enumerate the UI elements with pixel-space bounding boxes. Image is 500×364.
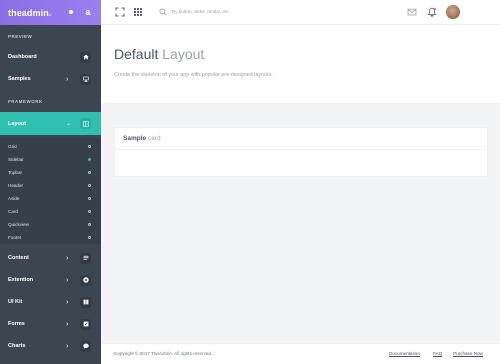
circle-icon	[87, 197, 91, 201]
card-title-light: card	[147, 135, 161, 142]
submenu-label: Sidebar	[8, 157, 24, 162]
chat-icon	[80, 340, 91, 352]
submenu-item-topbar[interactable]: Topbar	[8, 167, 93, 178]
chevron-right-icon: ›	[66, 342, 69, 350]
sample-card: Sample card	[114, 127, 488, 177]
sidebar-item-label: Samples	[8, 76, 31, 82]
footer-copyright: Copyright © 2017 TheAdmin. All rights re…	[114, 351, 213, 356]
brand-logo[interactable]: theadmin.	[8, 8, 51, 18]
section-title-framework: FRAMEWORK	[8, 99, 43, 104]
sidebar: theadmin. a PREVIEW Dashboard Samples › …	[0, 0, 101, 364]
sidebar-item-label: UI Kit	[8, 299, 23, 305]
sidebar-item-samples[interactable]: Samples ›	[0, 68, 101, 90]
chevron-right-icon: ›	[66, 75, 69, 83]
grid-menu-icon[interactable]	[133, 7, 143, 17]
search-input[interactable]: Try button, slider, modal, etc.	[171, 9, 230, 14]
fullscreen-icon[interactable]	[115, 7, 125, 17]
sidebar-toggle-dot[interactable]	[69, 10, 73, 14]
search-icon	[159, 8, 167, 16]
sidebar-item-label: Layout	[8, 120, 27, 127]
card-title-strong: Sample	[123, 135, 147, 142]
submenu-label: Card	[8, 209, 18, 214]
footer-link-documentation[interactable]: Documentation	[389, 351, 420, 357]
plus-icon	[80, 274, 91, 286]
topbar: Try button, slider, modal, etc.	[101, 0, 500, 25]
monitor-icon	[80, 73, 91, 85]
submenu-label: Footer	[8, 235, 22, 240]
chevron-down-icon: ⌄	[66, 121, 72, 127]
sidebar-item-charts[interactable]: Charts ›	[0, 335, 101, 357]
chevron-right-icon: ›	[66, 254, 69, 262]
submenu-item-grid[interactable]: Grid	[8, 141, 93, 152]
circle-icon	[87, 184, 91, 188]
section-title-preview: PREVIEW	[8, 34, 33, 39]
submenu-label: Quickview	[8, 222, 29, 227]
footer-link-faq[interactable]: FAQ	[433, 351, 443, 357]
chevron-right-icon: ›	[66, 320, 69, 328]
home-icon	[80, 51, 91, 63]
circle-icon	[87, 171, 91, 175]
page-title-light: Layout	[162, 46, 205, 62]
sidebar-item-label: Content	[8, 255, 29, 261]
submenu-item-aside[interactable]: Aside	[8, 193, 93, 204]
layout-submenu: Grid Sidebar Topbar Header Aside Card Qu…	[0, 138, 101, 244]
submenu-item-card[interactable]: Card	[8, 206, 93, 217]
circle-icon	[87, 145, 91, 149]
sidebar-item-layout[interactable]: Layout ⌄	[0, 112, 101, 135]
sidebar-item-extention[interactable]: Extention ›	[0, 269, 101, 291]
brand-badge[interactable]: a	[82, 6, 94, 18]
mail-icon[interactable]	[407, 7, 417, 17]
card-title: Sample card	[123, 135, 161, 142]
active-dot-icon	[87, 158, 91, 162]
page-header: Default Layout Create the skeleton of yo…	[101, 25, 500, 103]
submenu-item-footer[interactable]: Footer	[8, 232, 93, 243]
footer: Copyright © 2017 TheAdmin. All rights re…	[101, 343, 500, 364]
circle-icon	[87, 223, 91, 227]
chevron-right-icon: ›	[66, 298, 69, 306]
brand-bar: theadmin. a	[0, 0, 101, 25]
sidebar-item-label: Charts	[8, 343, 26, 349]
sidebar-item-label: Dashboard	[8, 54, 37, 60]
sidebar-item-forms[interactable]: Forms ›	[0, 313, 101, 335]
avatar[interactable]	[446, 5, 460, 19]
circle-icon	[87, 210, 91, 214]
submenu-item-sidebar[interactable]: Sidebar	[8, 154, 93, 165]
page-title: Default Layout	[114, 46, 204, 62]
layout-icon	[80, 118, 91, 129]
page-title-strong: Default	[114, 46, 159, 62]
submenu-label: Topbar	[8, 170, 23, 175]
page-subtitle: Create the skeleton of your app with pop…	[114, 72, 273, 78]
circle-icon	[87, 236, 91, 240]
check-icon	[80, 318, 91, 330]
footer-link-purchase-now[interactable]: Purchase Now	[453, 351, 483, 357]
sidebar-item-content[interactable]: Content ›	[0, 247, 101, 269]
book-icon	[80, 296, 91, 308]
sidebar-item-ui-kit[interactable]: UI Kit ›	[0, 291, 101, 313]
submenu-label: Grid	[8, 144, 17, 149]
submenu-label: Aside	[8, 196, 20, 201]
submenu-label: Header	[8, 183, 24, 188]
list-icon	[80, 252, 91, 264]
chevron-right-icon: ›	[66, 276, 69, 284]
sidebar-item-label: Forms	[8, 321, 25, 327]
sidebar-item-dashboard[interactable]: Dashboard	[0, 46, 101, 68]
card-divider	[115, 149, 487, 150]
submenu-item-header[interactable]: Header	[8, 180, 93, 191]
submenu-item-quickview[interactable]: Quickview	[8, 219, 93, 230]
sidebar-item-label: Extention	[8, 277, 34, 283]
